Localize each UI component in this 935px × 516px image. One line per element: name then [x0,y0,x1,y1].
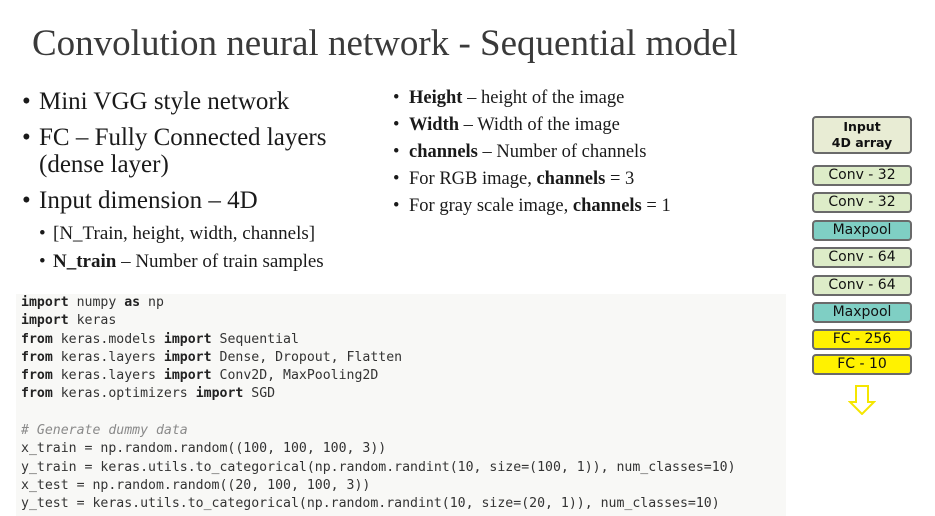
code-line: from keras.optimizers import SGD [21,385,786,403]
code-keyword: from [21,368,53,384]
sub-bullet-shape: [N_Train, height, width, channels] [39,223,382,244]
code-block: import numpy as np import keras from ker… [16,294,786,516]
layer-box: Conv - 64 [812,275,912,296]
sub-bullet-n-train: N_train – Number of train samples [39,251,382,272]
layer-box: Maxpool [812,220,912,241]
layer-box: Maxpool [812,302,912,323]
code-line: import numpy as np [21,294,786,312]
code-line: from keras.models import Sequential [21,331,786,349]
code-keyword: from [21,386,53,402]
code-text: Dense, Dropout, Flatten [211,349,403,365]
code-keyword: import [21,313,69,329]
slide-title: Convolution neural network - Sequential … [32,23,738,64]
down-arrow-icon [848,385,876,415]
layer-box: FC - 10 [812,354,912,375]
n-train-term: N_train [53,251,117,272]
code-keyword: import [163,368,212,384]
code-keyword: from [21,331,53,347]
bullet-rgb: For RGB image, channels = 3 [393,169,793,190]
left-bullet-list: Mini VGG style network FC – Fully Connec… [22,88,382,279]
width-term: Width [409,115,460,135]
code-keyword: import [21,295,69,310]
code-keyword: from [21,349,53,365]
code-module: keras.layers [52,349,164,365]
code-comment: # Generate dummy data [21,423,188,439]
code-text: Sequential [211,331,299,347]
code-text: keras [68,313,117,329]
channels-term: channels [409,142,478,162]
code-keyword: as [124,295,141,310]
bullet-fc: FC – Fully Connected layers (dense layer… [22,124,382,178]
code-line: import keras [21,312,786,330]
bullet-channels: channels – Number of channels [393,142,793,163]
code-line: y_train = keras.utils.to_categorical(np.… [21,459,736,475]
code-line: from keras.layers import Dense, Dropout,… [21,349,786,367]
code-text: np [140,295,164,310]
code-keyword: import [163,331,212,347]
code-text: numpy [68,295,125,310]
bullet-mini-vgg: Mini VGG style network [22,88,382,115]
rgb-pre: For RGB image, [409,169,537,189]
code-line: x_train = np.random.random((100, 100, 10… [21,441,387,457]
height-term: Height [409,88,463,108]
rgb-term: channels [536,169,606,189]
code-keyword: import [163,349,212,365]
n-train-desc: – Number of train samples [116,251,324,272]
gray-pre: For gray scale image, [409,196,573,216]
bullet-gray: For gray scale image, channels = 1 [393,196,793,217]
bullet-input-dimension: Input dimension – 4D [22,187,382,214]
channels-desc: – Number of channels [477,142,647,162]
gray-post: = 1 [641,196,671,216]
height-desc: – height of the image [462,88,625,108]
right-bullet-list: Height – height of the image Width – Wid… [393,88,793,223]
code-module: keras.models [52,331,164,347]
code-text: SGD [243,386,276,402]
width-desc: – Width of the image [459,115,620,135]
code-line: from keras.layers import Conv2D, MaxPool… [21,367,786,385]
layer-box: Conv - 32 [812,165,912,186]
bullet-height: Height – height of the image [393,88,793,109]
code-text: Conv2D, MaxPooling2D [211,368,379,384]
layer-box: Conv - 64 [812,247,912,268]
input-layer-box: Input 4D array [812,116,912,154]
code-line: x_test = np.random.random((20, 100, 100,… [21,477,371,493]
layer-box: Conv - 32 [812,192,912,213]
code-module: keras.optimizers [52,386,196,402]
code-line: y_test = keras.utils.to_categorical(np.r… [21,496,720,512]
bullet-width: Width – Width of the image [393,115,793,136]
code-module: keras.layers [52,368,164,384]
rgb-post: = 3 [605,169,635,189]
layer-box: FC - 256 [812,329,912,350]
gray-term: channels [572,196,642,216]
code-keyword: import [195,386,244,402]
